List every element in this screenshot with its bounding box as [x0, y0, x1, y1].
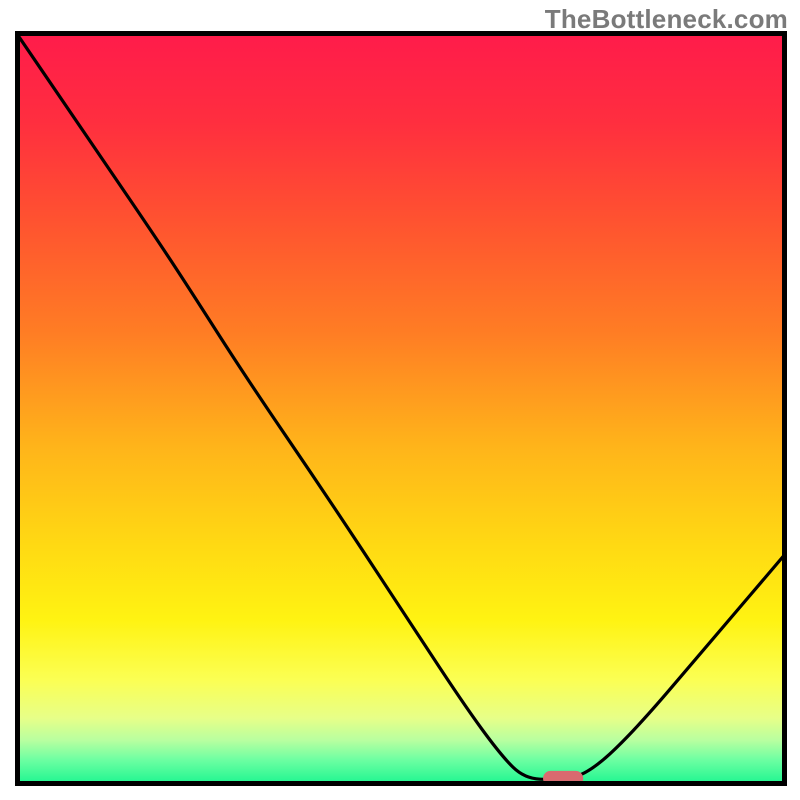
chart-frame: TheBottleneck.com [0, 0, 800, 800]
plot-border [15, 31, 787, 786]
